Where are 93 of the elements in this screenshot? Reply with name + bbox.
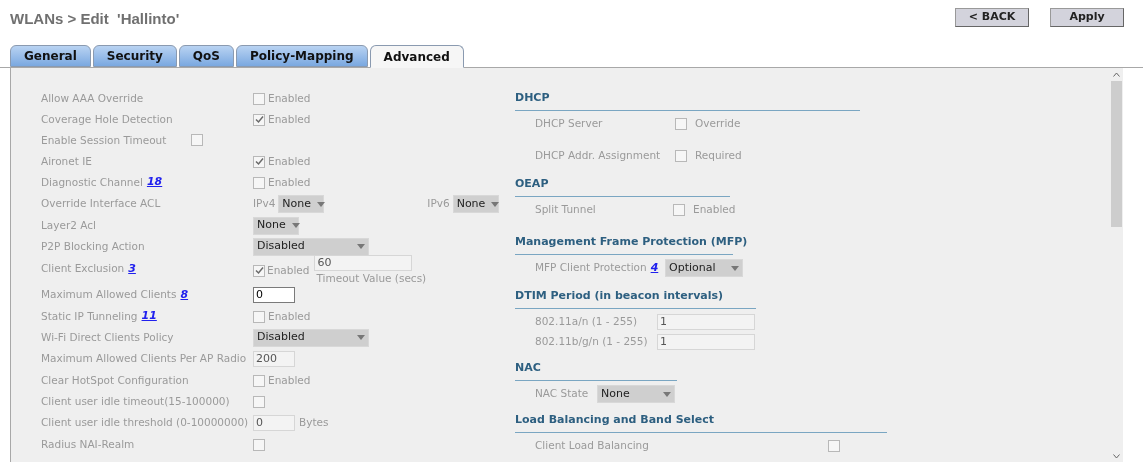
- section-heading: Management Frame Protection (MFP): [515, 235, 748, 248]
- field-label: Client user idle threshold (0-10000000): [41, 415, 249, 431]
- caret-icon: [663, 391, 671, 397]
- dropdown[interactable]: None: [253, 216, 299, 235]
- field-label: Maximum Allowed Clients: [41, 287, 177, 303]
- checkbox[interactable]: [253, 374, 265, 387]
- field-label: 802.11a/n (1 - 255): [535, 314, 638, 330]
- section-heading: DHCP: [515, 91, 550, 104]
- checkbox[interactable]: [253, 395, 265, 408]
- input-field[interactable]: 1: [657, 334, 755, 350]
- page-title: WLANs > Edit 'Hallinto': [10, 9, 180, 29]
- option-label: Enabled: [267, 263, 310, 278]
- field-label: Allow AAA Override: [41, 90, 144, 106]
- checkbox[interactable]: [828, 440, 840, 452]
- field-label: Client Load Balancing: [535, 438, 649, 454]
- dropdown[interactable]: None: [452, 195, 499, 213]
- caret-icon: [491, 201, 500, 207]
- field-label: Aironet IE: [41, 153, 92, 169]
- dropdown[interactable]: None: [597, 385, 675, 403]
- tab[interactable]: QoS: [178, 45, 234, 67]
- field-label: IPv6: [427, 196, 450, 212]
- checkbox[interactable]: [253, 176, 265, 189]
- field-label: Enable Session Timeout: [41, 132, 167, 148]
- checkbox[interactable]: [253, 113, 265, 126]
- section-heading: OEAP: [515, 177, 549, 190]
- field-label: Split Tunnel: [535, 202, 596, 218]
- option-label: Enabled: [268, 372, 311, 388]
- dropdown[interactable]: Optional: [665, 259, 743, 277]
- checkbox[interactable]: [675, 150, 687, 162]
- tab[interactable]: General: [10, 45, 91, 67]
- field-label: MFP Client Protection: [535, 260, 647, 276]
- field-label: Layer2 Acl: [41, 217, 96, 233]
- field-label: Coverage Hole Detection: [41, 111, 173, 127]
- back-button[interactable]: < BACK: [955, 8, 1029, 27]
- input-field[interactable]: 1: [657, 314, 755, 330]
- checkbox[interactable]: [253, 92, 265, 105]
- caret-icon: [291, 223, 300, 228]
- checkbox[interactable]: [253, 155, 265, 168]
- caret-icon: [357, 244, 365, 249]
- option-label: Required: [695, 148, 742, 164]
- field-label: DHCP Addr. Assignment: [535, 148, 661, 164]
- field-label: Clear HotSpot Configuration: [41, 372, 189, 388]
- field-label: Static IP Tunneling: [41, 308, 138, 324]
- caret-icon: [357, 335, 365, 340]
- field-label: Maximum Allowed Clients Per AP Radio: [41, 351, 247, 367]
- section-heading: NAC: [515, 361, 541, 374]
- caret-icon: [317, 201, 326, 207]
- field-label: NAC State: [535, 386, 589, 402]
- checkbox[interactable]: [253, 264, 265, 277]
- tab[interactable]: Advanced: [369, 45, 464, 68]
- field-label: Diagnostic Channel: [41, 174, 143, 190]
- checkbox[interactable]: [253, 438, 265, 451]
- input-field[interactable]: 0: [253, 287, 295, 303]
- apply-button[interactable]: Apply: [1050, 8, 1124, 27]
- section-heading: DTIM Period (in beacon intervals): [515, 289, 724, 302]
- checkbox[interactable]: [673, 204, 685, 216]
- option-label: Enabled: [268, 153, 311, 169]
- dropdown[interactable]: None: [278, 195, 325, 213]
- option-label: Enabled: [268, 174, 311, 190]
- field-label: IPv4: [253, 196, 276, 212]
- unit-label: Bytes: [299, 415, 329, 431]
- checkbox[interactable]: [675, 118, 687, 130]
- section-heading: Load Balancing and Band Select: [515, 413, 715, 426]
- dropdown[interactable]: Disabled: [253, 328, 369, 347]
- footnote-link[interactable]: 4: [650, 259, 659, 277]
- field-caption: Timeout Value (secs): [316, 271, 427, 286]
- option-label: Enabled: [268, 90, 311, 106]
- field-label: Override Interface ACL: [41, 196, 161, 212]
- option-label: Enabled: [268, 308, 311, 324]
- footnote-link[interactable]: 11: [141, 308, 157, 325]
- scroll-down-icon: [1112, 454, 1120, 459]
- option-label: Enabled: [693, 202, 736, 218]
- tab[interactable]: Security: [92, 45, 177, 67]
- footnote-link[interactable]: 8: [180, 286, 189, 304]
- field-label: P2P Blocking Action: [41, 238, 145, 254]
- caret-icon: [731, 265, 739, 271]
- checkbox[interactable]: [191, 133, 204, 146]
- dropdown[interactable]: Disabled: [253, 237, 369, 256]
- field-label: Radius NAI-Realm: [41, 436, 135, 452]
- checkbox[interactable]: [253, 310, 265, 323]
- footnote-link[interactable]: 3: [128, 261, 136, 278]
- scroll-thumb[interactable]: [1110, 81, 1122, 227]
- footnote-link[interactable]: 18: [146, 174, 163, 191]
- field-label: Client Exclusion: [41, 261, 125, 277]
- option-label: Enabled: [268, 111, 311, 127]
- scroll-up-icon: [1112, 72, 1120, 77]
- field-label: DHCP Server: [535, 116, 603, 132]
- tab[interactable]: Policy-Mapping: [235, 45, 368, 67]
- field-label: Client user idle timeout(15-100000): [41, 393, 230, 409]
- option-label: Override: [695, 116, 741, 132]
- field-label: 802.11b/g/n (1 - 255): [535, 334, 648, 350]
- input-field[interactable]: 60: [314, 255, 413, 271]
- field-label: Wi-Fi Direct Clients Policy: [41, 329, 174, 345]
